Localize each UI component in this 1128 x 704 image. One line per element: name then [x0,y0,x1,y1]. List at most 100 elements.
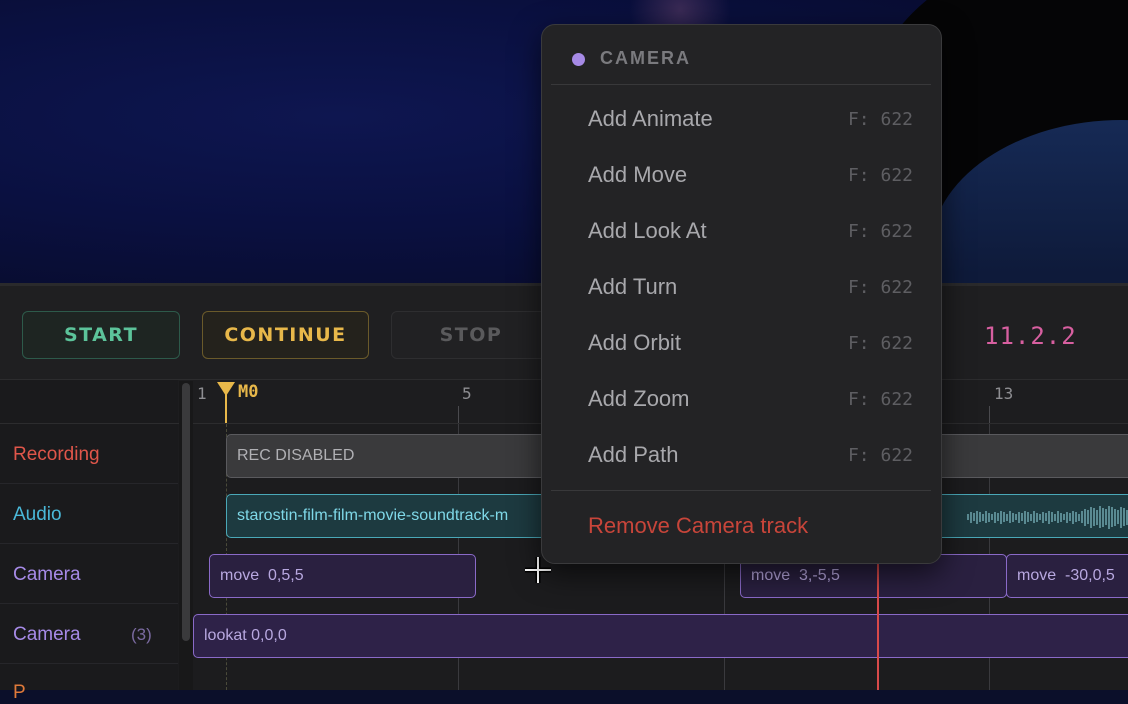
menu-item-shortcut: F: 622 [847,221,913,242]
waveform-bar [1009,511,1011,523]
waveform-bar [1039,514,1041,520]
tick-label-5: 5 [462,384,472,403]
waveform-bar [1003,512,1005,522]
menu-item-label: Add Orbit [588,330,681,355]
menu-item-add-turn[interactable]: Add Turn F: 622 [542,260,941,316]
waveform-bar [1027,512,1029,522]
waveform-bar [1018,511,1020,523]
waveform-bar [1030,513,1032,521]
tick-line [989,406,990,423]
ruler-left-spacer [0,380,178,423]
waveform-bar [1096,509,1098,525]
menu-item-label: Add Look At [588,218,707,243]
waveform-bar [1123,508,1125,526]
remove-camera-track-button[interactable]: Remove Camera track [588,513,808,539]
lookat-clip[interactable]: lookat 0,0,0 [193,614,1128,658]
waveform-bar [985,511,987,523]
waveform-bar [973,513,975,521]
waveform-bar [1099,506,1101,528]
waveform-bar [988,512,990,522]
waveform-bar [1093,508,1095,526]
row-separator [0,483,178,484]
track-label-partial[interactable]: P [13,682,26,704]
waveform-bar [1087,510,1089,524]
waveform-bar [976,510,978,524]
move-clip[interactable]: move 0,5,5 [209,554,476,598]
vertical-scrollbar[interactable] [179,381,193,690]
track-label-camera[interactable]: Camera [13,564,81,586]
menu-item-label: Add Zoom [588,386,690,411]
waveform-bar [1090,506,1092,528]
move-clip-label: move [751,567,791,584]
menu-item-add-zoom[interactable]: Add Zoom F: 622 [542,372,941,428]
waveform-bar [1111,507,1113,527]
waveform-bar [1036,512,1038,522]
continue-button[interactable]: CONTINUE [202,311,369,359]
move-clip-value: -30,0,5 [1065,567,1115,584]
stop-button[interactable]: STOP [391,311,551,359]
track-label-camera-2[interactable]: Camera [13,624,81,646]
waveform-bar [1054,513,1056,521]
waveform-bar [1069,513,1071,521]
move-clip-label: move [220,567,260,584]
move-clip[interactable]: move -30,0,5 [1006,554,1128,598]
waveform-bar [1000,510,1002,524]
waveform-bar [994,511,996,523]
menu-item-shortcut: F: 622 [847,165,913,186]
waveform-bar [1006,513,1008,521]
row-separator [0,603,178,604]
waveform-bar [967,514,969,520]
menu-item-add-move[interactable]: Add Move F: 622 [542,148,941,204]
move-clip-label: move [1017,567,1057,584]
waveform-bar [1066,511,1068,523]
menu-item-label: Add Path [588,442,679,467]
waveform-bar [1042,511,1044,523]
menu-item-add-look-at[interactable]: Add Look At F: 622 [542,204,941,260]
tick-label-13: 13 [994,384,1014,403]
waveform-bar [991,514,993,520]
menu-item-shortcut: F: 622 [847,277,913,298]
row-separator [0,543,178,544]
waveform-bar [1081,511,1083,523]
audio-waveform [967,495,1128,537]
menu-item-shortcut: F: 622 [847,445,913,466]
waveform-bar [1021,513,1023,521]
menu-item-add-path[interactable]: Add Path F: 622 [542,428,941,484]
move-clip-value: 0,5,5 [268,567,304,584]
menu-item-add-animate[interactable]: Add Animate F: 622 [542,92,941,148]
waveform-bar [1033,511,1035,523]
waveform-bar [1063,514,1065,520]
waveform-bar [1015,514,1017,520]
menu-header: CAMERA [542,25,941,85]
track-label-recording[interactable]: Recording [13,444,100,466]
scrollbar-thumb[interactable] [182,383,190,641]
frame-readout: 11.2.2 [984,322,1077,350]
menu-title: CAMERA [600,48,691,68]
waveform-bar [1102,507,1104,527]
waveform-bar [997,513,999,521]
track-label-audio[interactable]: Audio [13,504,62,526]
waveform-bar [1051,512,1053,522]
recording-clip-label: REC DISABLED [237,447,355,464]
menu-item-label: Add Move [588,162,688,187]
camera-context-menu: CAMERA Add Animate F: 622 Add Move F: 62… [541,24,942,564]
start-button[interactable]: START [22,311,180,359]
waveform-bar [1117,510,1119,524]
waveform-bar [1084,508,1086,526]
waveform-bar [1012,512,1014,522]
menu-item-shortcut: F: 622 [847,109,913,130]
lookat-clip-label: lookat 0,0,0 [204,627,287,644]
waveform-bar [1072,510,1074,524]
waveform-bar [1057,511,1059,523]
menu-item-label: Add Animate [588,106,713,131]
menu-separator [551,84,931,85]
waveform-bar [1108,505,1110,529]
menu-item-label: Add Turn [588,274,678,299]
waveform-bar [1075,512,1077,522]
waveform-bar [982,513,984,521]
menu-item-add-orbit[interactable]: Add Orbit F: 622 [542,316,941,372]
marker-label[interactable]: M0 [238,382,258,402]
audio-clip-label: starostin-film-film-movie-soundtrack-m [237,507,509,524]
waveform-bar [1048,510,1050,524]
move-clip-value: 3,-5,5 [799,567,840,584]
